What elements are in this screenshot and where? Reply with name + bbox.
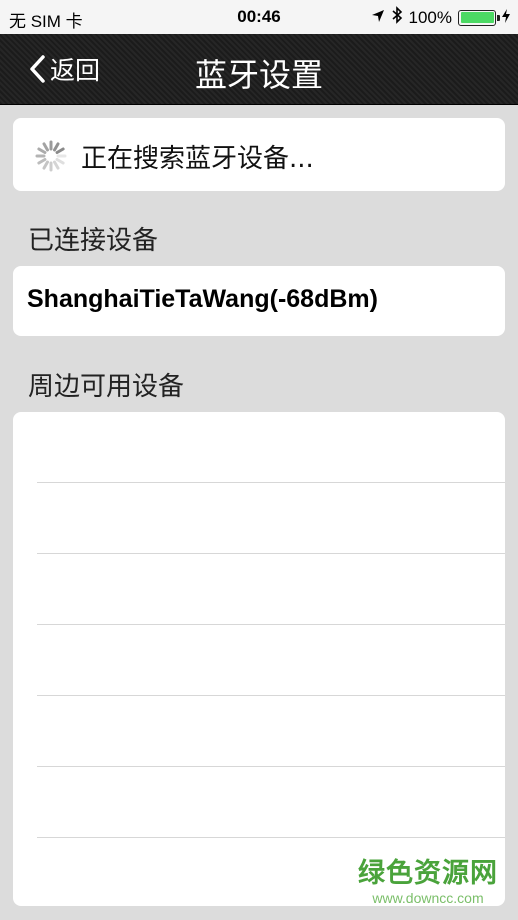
watermark: 绿色资源网 www.downcc.com xyxy=(358,851,498,906)
list-item[interactable] xyxy=(37,767,505,838)
search-status-text: 正在搜索蓝牙设备... xyxy=(81,144,314,174)
nearby-devices-header: 周边可用设备 xyxy=(28,372,185,402)
bluetooth-icon xyxy=(391,6,403,29)
page-title: 蓝牙设置 xyxy=(194,56,323,94)
connected-devices-header: 已连接设备 xyxy=(28,226,159,256)
nearby-devices-list xyxy=(13,412,505,906)
loading-spinner-icon xyxy=(35,140,67,172)
location-arrow-icon xyxy=(371,8,385,28)
navigation-bar: 返回 蓝牙设置 xyxy=(0,34,518,105)
bluetooth-search-status: 正在搜索蓝牙设备... xyxy=(13,118,505,191)
connected-device-name: ShanghaiTieTaWang(-68dBm) xyxy=(27,285,378,313)
list-item[interactable] xyxy=(37,696,505,767)
watermark-title: 绿色资源网 xyxy=(358,858,498,889)
status-bar: 无 SIM 卡 00:46 100% xyxy=(0,0,518,34)
list-item[interactable] xyxy=(37,412,505,483)
list-item[interactable] xyxy=(37,483,505,554)
charging-icon xyxy=(502,8,510,28)
status-right: 100% xyxy=(371,6,510,29)
connected-device-item[interactable]: ShanghaiTieTaWang(-68dBm) xyxy=(13,266,505,336)
list-item[interactable] xyxy=(37,625,505,696)
battery-percent: 100% xyxy=(408,7,452,27)
list-item[interactable] xyxy=(37,554,505,625)
watermark-url: www.downcc.com xyxy=(372,890,484,906)
battery-icon xyxy=(458,9,500,26)
